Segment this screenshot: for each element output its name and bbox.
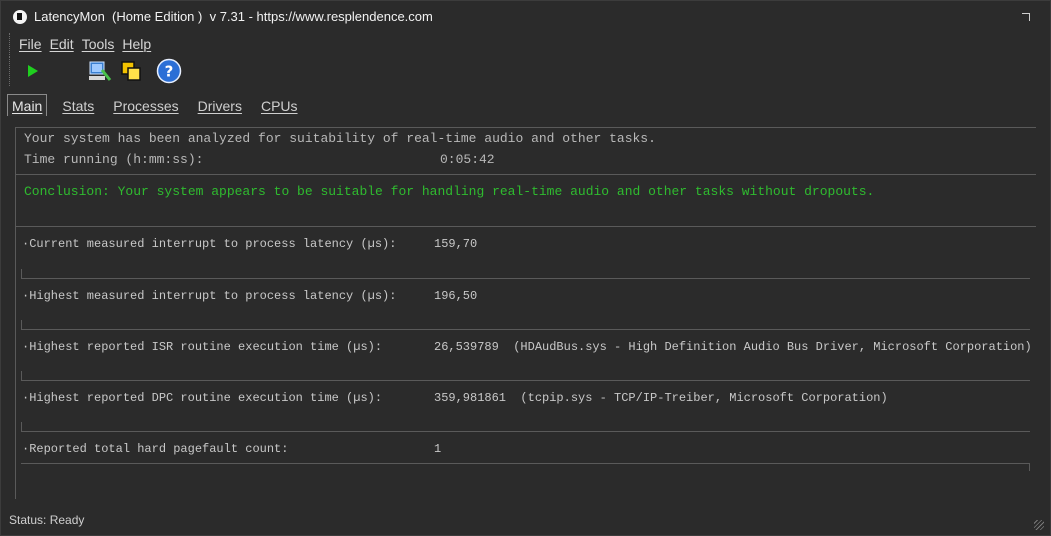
help-button[interactable]: ? — [156, 58, 182, 84]
svg-text:?: ? — [165, 63, 174, 81]
metric-label: ·Highest measured interrupt to process l… — [22, 289, 397, 303]
time-running-value: 0:05:42 — [440, 152, 495, 167]
start-button[interactable] — [19, 58, 45, 84]
metric-value: 26,539789 (HDAudBus.sys - High Definitio… — [434, 340, 1032, 354]
toolbar: ? — [9, 56, 229, 86]
metric-value: 1 — [434, 442, 442, 456]
resize-grip-icon[interactable] — [1034, 520, 1044, 530]
tab-stats[interactable]: Stats — [58, 95, 98, 116]
analyze-tool-icon — [89, 61, 112, 81]
row-divider — [21, 380, 1030, 381]
row-divider-tick — [1029, 463, 1030, 471]
menu-file[interactable]: File — [19, 36, 42, 52]
row-divider — [21, 278, 1030, 279]
metric-value: 196,50 — [434, 289, 478, 303]
windows-icon — [121, 61, 141, 81]
menu-bar: File Edit Tools Help — [9, 33, 159, 55]
tab-bar: Main Stats Processes Drivers CPUs — [7, 92, 313, 116]
tab-main[interactable]: Main — [7, 94, 48, 116]
conclusion-text: Conclusion: Your system appears to be su… — [24, 184, 875, 199]
analysis-summary: Your system has been analyzed for suitab… — [24, 131, 656, 146]
metric-value: 359,981861 (tcpip.sys - TCP/IP-Treiber, … — [434, 391, 888, 405]
metric-label: ·Highest reported DPC routine execution … — [22, 391, 383, 405]
divider — [16, 174, 1036, 175]
latencymon-window: LatencyMon (Home Edition ) v 7.31 - http… — [0, 0, 1051, 536]
metric-label: ·Highest reported ISR routine execution … — [22, 340, 383, 354]
main-panel: Your system has been analyzed for suitab… — [15, 127, 1036, 499]
divider — [16, 226, 1036, 227]
maximize-icon[interactable] — [1022, 13, 1030, 21]
help-icon: ? — [156, 58, 182, 84]
window-title: LatencyMon (Home Edition ) v 7.31 - http… — [34, 9, 433, 24]
app-logo-icon — [13, 9, 27, 24]
metric-label: ·Current measured interrupt to process l… — [22, 237, 397, 251]
play-icon — [28, 65, 38, 77]
tab-drivers[interactable]: Drivers — [194, 95, 246, 116]
status-bar: Status: Ready — [9, 513, 85, 527]
row-divider — [21, 329, 1030, 330]
tab-cpus[interactable]: CPUs — [257, 95, 302, 116]
tab-processes[interactable]: Processes — [109, 95, 182, 116]
row-divider — [21, 431, 1030, 432]
menu-edit[interactable]: Edit — [50, 36, 74, 52]
metric-label: ·Reported total hard pagefault count: — [22, 442, 289, 456]
metric-value: 159,70 — [434, 237, 478, 251]
menu-help[interactable]: Help — [122, 36, 151, 52]
windows-button[interactable] — [118, 58, 144, 84]
title-bar[interactable]: LatencyMon (Home Edition ) v 7.31 - http… — [1, 1, 1050, 32]
menu-tools[interactable]: Tools — [82, 36, 115, 52]
analyze-tool-button[interactable] — [86, 58, 112, 84]
row-divider — [21, 463, 1030, 464]
time-running-label: Time running (h:mm:ss): — [24, 152, 204, 167]
